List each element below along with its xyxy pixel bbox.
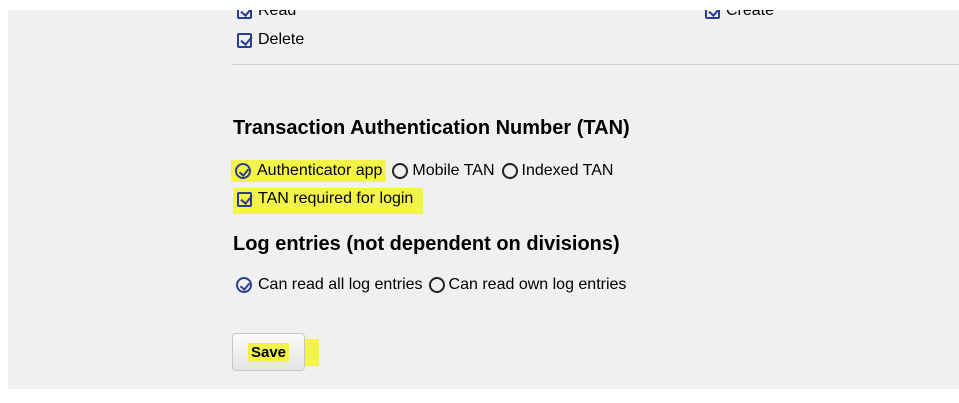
log-option-all[interactable]: Can read all log entries: [236, 276, 423, 294]
delete-label: Delete: [258, 31, 305, 48]
tan-login-label: TAN required for login: [258, 190, 414, 207]
top-crop: [0, 0, 959, 10]
tan-options: Authenticator app Mobile TAN Indexed TAN: [231, 160, 614, 182]
read-all-logs-label: Can read all log entries: [258, 276, 423, 293]
tan-option-mobile[interactable]: Mobile TAN: [392, 162, 495, 180]
log-options: Can read all log entries Can read own lo…: [236, 276, 626, 294]
mobile-tan-radio[interactable]: [392, 163, 409, 179]
save-label: Save: [247, 342, 290, 362]
tan-login-required[interactable]: TAN required for login: [233, 188, 424, 214]
tan-heading: Transaction Authentication Number (TAN): [233, 117, 630, 139]
indexed-tan-radio[interactable]: [501, 163, 518, 179]
log-heading: Log entries (not dependent on divisions): [233, 233, 620, 255]
tan-option-indexed[interactable]: Indexed TAN: [501, 162, 614, 180]
tan-option-authenticator[interactable]: Authenticator app: [231, 160, 387, 182]
mobile-tan-label: Mobile TAN: [412, 162, 495, 179]
read-own-logs-label: Can read own log entries: [448, 276, 627, 293]
form-panel: [8, 10, 959, 389]
authenticator-radio[interactable]: [235, 163, 251, 179]
read-own-logs-radio[interactable]: [428, 277, 445, 293]
save-button[interactable]: Save: [232, 333, 305, 371]
read-all-logs-radio[interactable]: [236, 277, 252, 293]
permission-delete[interactable]: Delete: [237, 31, 304, 49]
authenticator-label: Authenticator app: [257, 162, 383, 179]
tan-login-checkbox[interactable]: [237, 191, 252, 207]
indexed-tan-label: Indexed TAN: [521, 162, 614, 179]
section-divider: [232, 64, 959, 65]
delete-checkbox[interactable]: [237, 32, 252, 48]
log-option-own[interactable]: Can read own log entries: [428, 276, 627, 294]
